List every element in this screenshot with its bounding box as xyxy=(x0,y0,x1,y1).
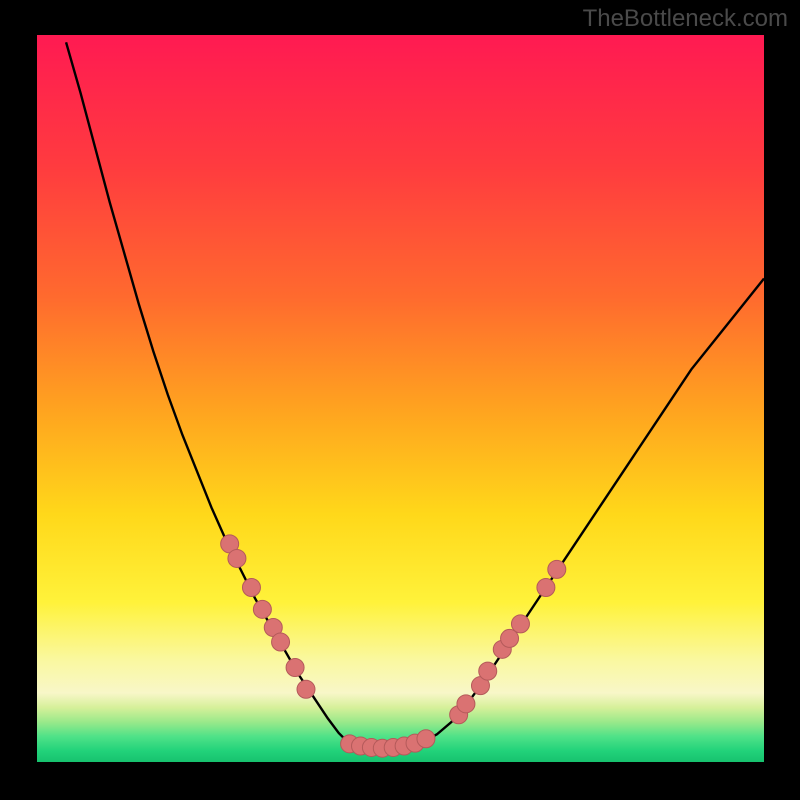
data-marker xyxy=(286,658,304,676)
plot-background xyxy=(37,35,764,762)
frame-right xyxy=(764,0,800,800)
data-marker xyxy=(479,662,497,680)
data-marker xyxy=(297,680,315,698)
data-marker xyxy=(417,730,435,748)
bottleneck-chart xyxy=(0,0,800,800)
frame-left xyxy=(0,0,37,800)
data-marker xyxy=(272,633,290,651)
data-marker xyxy=(511,615,529,633)
data-marker xyxy=(253,600,271,618)
data-marker xyxy=(228,549,246,567)
data-marker xyxy=(242,579,260,597)
frame-bottom xyxy=(0,762,800,800)
watermark-text: TheBottleneck.com xyxy=(583,5,788,33)
data-marker xyxy=(457,695,475,713)
data-marker xyxy=(548,560,566,578)
data-marker xyxy=(537,579,555,597)
